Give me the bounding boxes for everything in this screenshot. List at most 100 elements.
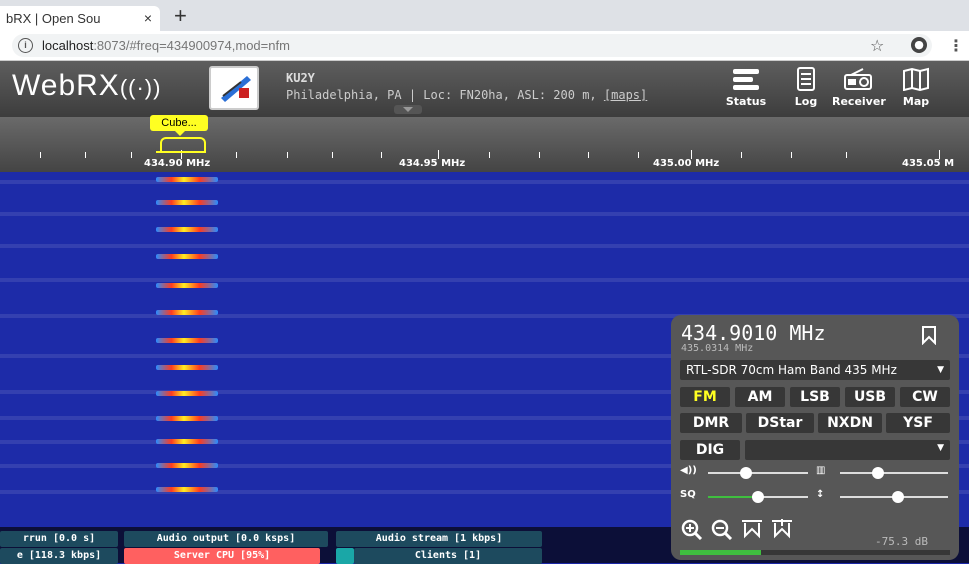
volume-track[interactable] [708, 472, 808, 474]
scale-label: 435.00 MHz [653, 158, 720, 169]
zoom-to-band-icon[interactable] [739, 518, 765, 540]
browser-menu-icon[interactable]: ⋮ [948, 36, 964, 55]
scale-label: 434.90 MHz [144, 158, 211, 169]
waterfall-noise-band [0, 180, 969, 184]
overrun-bar: rrun [0.0 s] [0, 531, 118, 547]
squelch-label: SQ [680, 489, 696, 500]
scale-tick [539, 152, 540, 158]
status-button[interactable]: Status [720, 67, 772, 115]
gain-slider-row: ↕ [816, 489, 950, 505]
scale-tick [381, 152, 382, 158]
profile-select[interactable]: RTL-SDR 70cm Ham Band 435 MHz ▼ [680, 360, 950, 380]
zoom-reset-icon[interactable] [769, 518, 795, 540]
receiver-button[interactable]: Receiver [832, 67, 886, 115]
volume-knob[interactable] [740, 467, 752, 479]
zoom-in-icon[interactable] [679, 518, 705, 541]
squelch-track-fill [708, 496, 758, 498]
waterfall-noise-band [0, 244, 969, 248]
waterfall-noise-band [0, 212, 969, 216]
squelch-knob[interactable] [752, 491, 764, 503]
browser-address-bar: i localhost:8073/#freq=434900974,mod=nfm… [0, 31, 969, 61]
log-icon [797, 67, 815, 91]
mode-lsb-button[interactable]: LSB [790, 387, 840, 407]
mode-dstar-button[interactable]: DStar [746, 413, 814, 433]
map-button[interactable]: Map [890, 67, 942, 115]
map-icon [903, 67, 929, 91]
url-text[interactable]: localhost:8073/#freq=434900974,mod=nfm [42, 38, 290, 53]
scale-tick [588, 152, 589, 158]
mode-fm-button[interactable]: FM [680, 387, 730, 407]
clients-bar: Clients [1] [354, 548, 542, 564]
bookmark-label[interactable]: Cube... [150, 115, 208, 136]
profile-text: RTL-SDR 70cm Ham Band 435 MHz [686, 363, 897, 377]
omnibox[interactable]: i localhost:8073/#freq=434900974,mod=nfm… [12, 34, 964, 57]
status-button-label: Status [725, 95, 767, 108]
receiver-button-label: Receiver [832, 95, 886, 108]
url-host: localhost [42, 38, 94, 53]
gain-icon: ↕ [816, 489, 825, 500]
digital-mode-select[interactable]: ▼ [745, 440, 950, 460]
webrx-header: WebRX((·)) KU2Y Philadelphia, PA | Loc: … [0, 61, 969, 117]
bookmark-star-icon[interactable]: ☆ [870, 36, 884, 55]
clients-bar-fill [336, 548, 354, 564]
mode-dig-button[interactable]: DIG [680, 440, 740, 460]
passband-foot [156, 151, 206, 153]
network-bar: e [118.3 kbps] [0, 548, 118, 564]
scale-tick [85, 152, 86, 158]
scale-tick [236, 152, 237, 158]
audio-stream-bar: Audio stream [1 kbps] [336, 531, 542, 547]
scale-tick [489, 152, 490, 158]
waterfall-signal [156, 254, 218, 259]
server-cpu-bar: Server CPU [95%] [124, 548, 320, 564]
bookmark-icon[interactable] [921, 325, 937, 345]
receiver-location-text: Philadelphia, PA | Loc: FN20ha, ASL: 200… [286, 88, 597, 102]
scale-tick [332, 152, 333, 158]
chevron-down-icon: ▼ [937, 443, 944, 453]
new-tab-button[interactable]: + [174, 3, 187, 29]
receiver-avatar [209, 66, 259, 110]
squelch-slider-row: SQ [680, 489, 810, 505]
webrx-logo[interactable]: WebRX((·)) [12, 69, 161, 103]
tab-close-icon[interactable]: × [144, 6, 152, 31]
frequency-display[interactable]: 434.9010 MHz [681, 321, 826, 345]
waterfall-signal [156, 416, 218, 421]
waterfall-signal [156, 487, 218, 492]
gain-knob[interactable] [892, 491, 904, 503]
volume-icon: ◀)) [680, 465, 697, 476]
mode-dmr-button[interactable]: DMR [680, 413, 742, 433]
maps-link[interactable]: [maps] [604, 88, 647, 102]
mode-cw-button[interactable]: CW [900, 387, 950, 407]
waterfall-signal [156, 391, 218, 396]
tab-title: bRX | Open Sou [6, 11, 101, 26]
smeter-bar [680, 550, 950, 555]
waterfall-signal [156, 439, 218, 444]
noise-reduction-slider-row: ▥ [816, 465, 950, 481]
smeter-fill [680, 550, 761, 555]
waterfall-noise-band [0, 278, 969, 282]
browser-tab-bar: bRX | Open Sou × + [0, 0, 969, 31]
logo-waves-icon: ((·)) [119, 75, 162, 100]
url-path: :8073/#freq=434900974,mod=nfm [93, 38, 290, 53]
waterfall-signal [156, 283, 218, 288]
noise-reduction-knob[interactable] [872, 467, 884, 479]
noise-reduction-track[interactable] [840, 472, 948, 474]
mode-nxdn-button[interactable]: NXDN [818, 413, 882, 433]
waterfall-signal [156, 177, 218, 182]
browser-tab[interactable]: bRX | Open Sou × [0, 6, 160, 31]
receiver-location: Philadelphia, PA | Loc: FN20ha, ASL: 200… [286, 88, 647, 102]
waterfall-signal [156, 365, 218, 370]
squelch-track[interactable] [758, 496, 808, 498]
site-info-icon[interactable]: i [18, 38, 33, 53]
expand-header-button[interactable] [394, 105, 422, 114]
log-button[interactable]: Log [780, 67, 832, 115]
receiver-panel: 434.9010 MHz 435.0314 MHz RTL-SDR 70cm H… [671, 315, 959, 560]
logo-text: WebRX [12, 69, 120, 102]
mode-ysf-button[interactable]: YSF [886, 413, 950, 433]
mode-usb-button[interactable]: USB [845, 387, 895, 407]
receiver-icon [844, 68, 872, 90]
zoom-out-icon[interactable] [709, 518, 735, 541]
mode-am-button[interactable]: AM [735, 387, 785, 407]
account-icon[interactable]: ● [911, 37, 927, 53]
waterfall-signal [156, 227, 218, 232]
scale-tick [287, 152, 288, 158]
